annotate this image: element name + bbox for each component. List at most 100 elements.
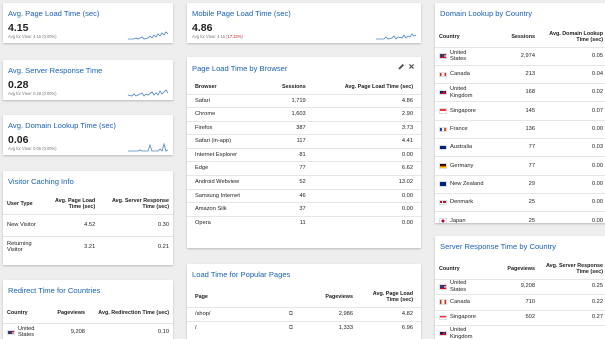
browser-cell[interactable]: Internet Explorer: [187, 147, 266, 162]
avg-suffix: ): [241, 34, 243, 39]
value-cell: 0.07: [539, 101, 605, 121]
value-cell: [539, 325, 605, 339]
country-cell[interactable]: United Kingdom: [435, 325, 485, 339]
column-header[interactable]: Avg. Page Load Time (sec): [357, 287, 421, 307]
value-cell: 4.52: [41, 213, 100, 236]
country-cell[interactable]: United States: [435, 278, 485, 295]
column-header[interactable]: Pageviews: [485, 259, 539, 279]
column-header[interactable]: User Type: [3, 194, 41, 214]
edit-icon[interactable]: [398, 63, 405, 72]
value-cell: 3.73: [309, 120, 421, 135]
card-title[interactable]: Avg. Domain Lookup Time (sec): [3, 115, 173, 130]
column-header[interactable]: Page: [187, 287, 297, 307]
card-title[interactable]: Load Time for Popular Pages: [187, 264, 421, 279]
country-name: France: [450, 126, 468, 133]
column-header[interactable]: Sessions: [490, 27, 539, 47]
column-header[interactable]: Avg. Page Load Time (sec): [310, 81, 421, 94]
card-title[interactable]: Visitor Caching Info: [3, 171, 173, 186]
close-icon[interactable]: [408, 63, 415, 72]
country-name: United States: [450, 49, 467, 63]
value-cell: 0.27: [539, 309, 605, 326]
table-row: Canada 213 0.04: [435, 64, 605, 84]
country-name: Japan: [450, 217, 466, 223]
popular-pages-table: Page Pageviews Avg. Page Load Time (sec)…: [187, 287, 421, 335]
column-header[interactable]: Pageviews: [297, 287, 357, 307]
redirect-time-card: Redirect Time for Countries Country Page…: [3, 280, 173, 339]
country-name: Australia: [450, 144, 473, 151]
browser-cell[interactable]: Android Webview: [187, 175, 266, 190]
avg-for-view: Avg for View: 4.15 (0.00%): [8, 34, 57, 39]
card-title[interactable]: Domain Lookup by Country: [435, 3, 605, 18]
country-cell[interactable]: Germany: [435, 156, 490, 176]
country-cell[interactable]: France: [435, 119, 490, 139]
value-cell: 0.30: [99, 213, 173, 236]
browser-cell[interactable]: Chrome: [187, 107, 266, 122]
open-link-icon[interactable]: ⧉: [289, 311, 293, 318]
column-header[interactable]: Avg. Server Response Time (sec): [539, 259, 605, 279]
column-header[interactable]: Browser: [187, 81, 266, 94]
column-header[interactable]: Country: [435, 259, 485, 279]
table-row: Canada 710 0.22: [435, 294, 605, 310]
column-header[interactable]: Country: [3, 303, 51, 323]
sg-flag-icon: [439, 314, 447, 321]
browser-cell[interactable]: Firefox: [187, 120, 266, 135]
country-cell[interactable]: Singapore: [435, 101, 490, 121]
country-name: Singapore: [450, 107, 476, 114]
browser-cell[interactable]: Amazon Silk: [187, 202, 266, 217]
country-name: Denmark: [450, 199, 474, 206]
value-cell: 4.41: [309, 134, 421, 149]
column-header[interactable]: Avg. Server Response Time (sec): [99, 194, 173, 214]
pageviews-cell: 9,208: [485, 278, 539, 295]
value-cell: 0.05: [539, 46, 605, 66]
popular-pages-card: Load Time for Popular Pages Page Pagevie…: [187, 264, 421, 339]
card-title[interactable]: Avg. Server Response Time: [3, 60, 173, 75]
table-row: United Kingdom 168 0.02: [435, 83, 605, 102]
column-header[interactable]: Avg. Domain Lookup Time (sec): [539, 27, 605, 47]
sessions-cell: 168: [490, 83, 539, 102]
pageviews-cell: 1,333: [297, 320, 357, 335]
page-link[interactable]: / ⧉: [187, 320, 297, 335]
column-header[interactable]: Pageviews: [51, 303, 89, 323]
table-row: Denmark 25 0.00: [435, 192, 605, 212]
sessions-cell: 25: [490, 211, 539, 223]
country-cell[interactable]: Singapore: [435, 309, 485, 326]
sessions-cell: 46: [265, 188, 310, 203]
country-cell[interactable]: New Zealand: [435, 174, 490, 194]
table-row: Singapore 145 0.07: [435, 101, 605, 121]
country-cell[interactable]: Japan: [435, 211, 490, 223]
column-header[interactable]: Avg. Redirection Time (sec): [89, 303, 173, 323]
browser-cell[interactable]: Samsung Internet: [187, 188, 266, 203]
card-title[interactable]: Avg. Page Load Time (sec): [3, 3, 173, 18]
country-cell[interactable]: Canada: [435, 294, 485, 310]
country-cell[interactable]: United States: [3, 322, 51, 339]
country-cell[interactable]: Denmark: [435, 192, 490, 212]
column-header[interactable]: Sessions: [266, 81, 310, 94]
page-path[interactable]: /shop/: [195, 311, 211, 317]
browser-cell[interactable]: Safari: [187, 93, 266, 108]
sessions-cell: 11: [265, 215, 310, 230]
card-title[interactable]: Page Load Time by Browser: [187, 57, 421, 73]
country-cell[interactable]: United States: [435, 46, 490, 66]
value-cell: 3.21: [41, 235, 100, 258]
column-header[interactable]: Country: [435, 27, 490, 47]
table-row: Singapore 502 0.27: [435, 309, 605, 326]
table-row: United Kingdom: [435, 325, 605, 339]
page-link[interactable]: /shop/ ⧉: [187, 306, 297, 321]
card-title[interactable]: Mobile Page Load Time (sec): [187, 3, 421, 18]
value-cell: 0.03: [539, 137, 605, 157]
card-title[interactable]: Redirect Time for Countries: [3, 280, 173, 295]
browser-cell[interactable]: Safari (in-app): [187, 134, 266, 149]
table-row: France 136 0.00: [435, 119, 605, 139]
open-link-icon[interactable]: ⧉: [289, 325, 293, 332]
country-cell[interactable]: United Kingdom: [435, 83, 490, 102]
browser-cell[interactable]: Edge: [187, 161, 266, 176]
page-path[interactable]: /: [195, 325, 197, 331]
table-row: Samsung Internet 46 0.00: [187, 188, 421, 203]
country-cell[interactable]: Canada: [435, 64, 490, 84]
card-title[interactable]: Server Response Time by Country: [435, 236, 605, 251]
pageviews-cell: 502: [485, 309, 539, 326]
browser-cell[interactable]: Opera: [187, 215, 266, 230]
country-cell[interactable]: Australia: [435, 137, 490, 157]
column-header[interactable]: Avg. Page Load Time (sec): [41, 194, 99, 214]
nz-flag-icon: [439, 181, 447, 187]
